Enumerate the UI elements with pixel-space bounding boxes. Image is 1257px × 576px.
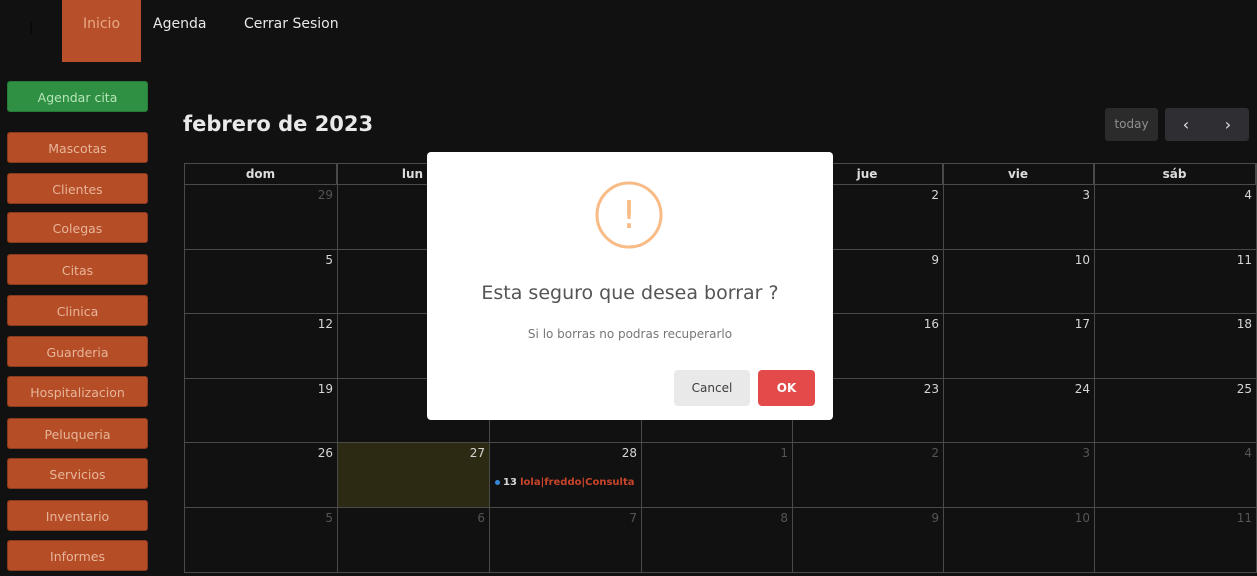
dialog-title: Esta seguro que desea borrar ? <box>481 282 779 304</box>
confirm-dialog: ! Esta seguro que desea borrar ? Si lo b… <box>427 152 833 420</box>
warning-icon: ! <box>595 181 663 249</box>
dialog-text: Si lo borras no podras recuperarlo <box>527 327 733 341</box>
warning-glyph: ! <box>621 193 636 237</box>
cancel-button[interactable]: Cancel <box>674 370 750 406</box>
ok-button[interactable]: OK <box>758 370 815 406</box>
